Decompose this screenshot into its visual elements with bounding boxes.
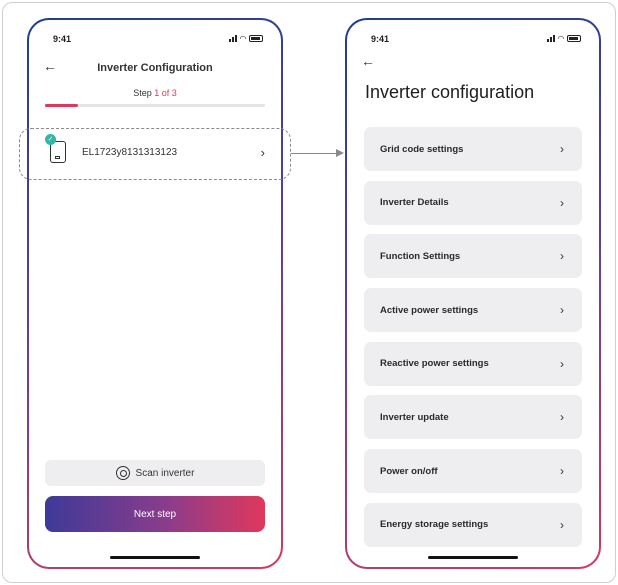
page-title: Inverter configuration: [365, 82, 535, 102]
battery-icon: [567, 35, 581, 42]
phone-configuration-menu: 9:41 ◠ ← Inverter configuration Grid cod…: [345, 18, 601, 569]
scan-inverter-button[interactable]: Scan inverter: [45, 460, 265, 486]
menu-item-label: Energy storage settings: [380, 519, 489, 531]
status-bar: 9:41 ◠: [347, 34, 599, 48]
home-indicator: [110, 556, 200, 559]
menu-item-label: Power on/off: [380, 465, 438, 477]
battery-icon: [249, 35, 263, 42]
phone-step-one: 9:41 ◠ ← Inverter Configuration Step 1 o…: [27, 18, 283, 569]
chevron-right-icon: ›: [560, 356, 564, 371]
next-button-label: Next step: [133, 508, 177, 520]
signal-icon: [546, 35, 555, 42]
chevron-right-icon: ›: [560, 410, 564, 425]
wifi-icon: ◠: [557, 34, 564, 43]
menu-item-inverter-details[interactable]: Inverter Details ›: [364, 180, 582, 225]
menu-item-grid-code[interactable]: Grid code settings ›: [364, 127, 582, 171]
wifi-icon: ◠: [239, 34, 246, 43]
menu-item-power-on-off[interactable]: Power on/off ›: [364, 449, 582, 494]
chevron-right-icon: ›: [560, 249, 564, 264]
menu-item-energy-storage[interactable]: Energy storage settings ›: [364, 502, 582, 547]
status-icons: ◠: [228, 34, 263, 43]
highlight-dashed-box: [19, 128, 291, 180]
connector-arrow-icon: [336, 149, 344, 157]
scan-button-label: Scan inverter: [135, 467, 195, 479]
settings-menu: Grid code settings › Inverter Details › Fu…: [364, 127, 582, 557]
menu-item-label: Grid code settings: [380, 143, 464, 155]
home-indicator: [428, 556, 518, 559]
connector-line: [291, 153, 339, 155]
signal-icon: [228, 35, 237, 42]
menu-item-active-power[interactable]: Active power settings ›: [364, 288, 582, 333]
chevron-right-icon: ›: [560, 142, 564, 156]
step-indicator: Step 1 of 3: [29, 88, 281, 98]
page-title: Inverter Configuration: [97, 62, 213, 74]
menu-item-reactive-power[interactable]: Reactive power settings ›: [364, 341, 582, 386]
chevron-right-icon: ›: [560, 464, 564, 479]
status-time: 9:41: [371, 34, 390, 44]
scan-icon: [115, 466, 130, 480]
menu-item-function-settings[interactable]: Function Settings ›: [364, 234, 582, 279]
menu-item-label: Function Settings: [380, 250, 461, 262]
menu-item-label: Reactive power settings: [380, 358, 489, 370]
step-progress-fill: [45, 104, 78, 107]
status-bar: 9:41 ◠: [29, 34, 281, 48]
status-icons: ◠: [546, 34, 581, 43]
menu-item-label: Active power settings: [380, 304, 479, 316]
step-progress-bar: [45, 104, 265, 107]
chevron-right-icon: ›: [560, 195, 564, 210]
chevron-right-icon: ›: [560, 303, 564, 318]
step-count: 1 of 3: [154, 88, 177, 98]
menu-item-label: Inverter Details: [380, 197, 449, 209]
back-arrow-icon[interactable]: ←: [361, 53, 375, 69]
next-step-button[interactable]: Next step: [45, 496, 265, 532]
chevron-right-icon: ›: [560, 517, 564, 532]
menu-item-label: Inverter update: [380, 411, 449, 423]
menu-item-inverter-update[interactable]: Inverter update ›: [364, 395, 582, 440]
step-prefix: Step: [133, 88, 155, 98]
status-time: 9:41: [53, 34, 72, 44]
